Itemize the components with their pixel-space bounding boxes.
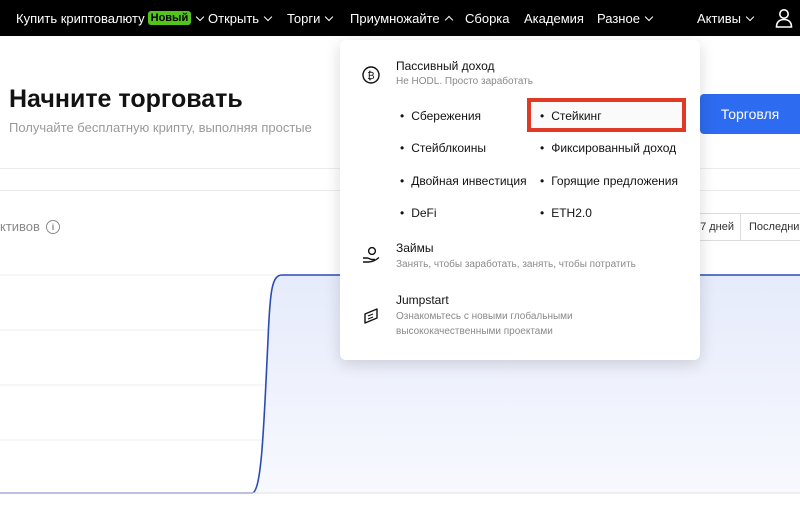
nav-buy-crypto-label: Купить криптовалюту	[16, 10, 145, 26]
nav-build[interactable]: Сборка	[465, 0, 510, 36]
link-hot-offers[interactable]: Горящие предложения	[540, 174, 678, 188]
nav-buy-crypto[interactable]: Купить криптовалюту Новый	[16, 0, 205, 36]
nav-academy[interactable]: Академия	[524, 0, 584, 36]
nav-build-label: Сборка	[465, 10, 510, 26]
trade-button[interactable]: Торговля	[700, 94, 800, 134]
period-last[interactable]: Последние	[740, 213, 800, 241]
link-dual-investment[interactable]: Двойная инвестиция	[400, 174, 526, 188]
nav-academy-label: Академия	[524, 10, 584, 26]
page-title: Начните торговать	[9, 85, 243, 113]
user-icon[interactable]	[775, 8, 793, 28]
top-nav: Купить криптовалюту Новый Открыть Торги …	[0, 0, 800, 36]
chevron-down-icon	[325, 12, 334, 21]
period-selector: 7 дней Последние	[690, 213, 800, 241]
info-icon[interactable]: i	[45, 219, 60, 234]
jumpstart-title[interactable]: Jumpstart	[396, 293, 449, 307]
passive-income-desc: Не HODL. Просто заработать	[396, 76, 533, 87]
nav-multiply-label: Приумножайте	[350, 10, 440, 26]
loan-hand-icon	[363, 246, 380, 263]
nav-open[interactable]: Открыть	[208, 0, 273, 36]
bitcoin-coin-icon: ₿	[362, 66, 380, 84]
jumpstart-icon	[364, 308, 378, 324]
loans-title[interactable]: Займы	[396, 241, 434, 255]
svg-text:₿: ₿	[367, 70, 374, 82]
page-subtitle: Получайте бесплатную крипту, выполняя пр…	[9, 120, 312, 135]
chevron-down-icon	[195, 12, 205, 21]
nav-trading-label: Торги	[287, 10, 321, 26]
link-fixed-income[interactable]: Фиксированный доход	[540, 141, 676, 155]
jumpstart-desc-line1: Ознакомьтесь с новыми глобальными	[396, 311, 573, 322]
link-eth20[interactable]: ETH2.0	[540, 206, 592, 220]
link-stablecoins[interactable]: Стейблкоины	[400, 141, 486, 155]
nav-assets-label: Активы	[697, 10, 741, 26]
link-staking[interactable]: Стейкинг	[540, 109, 601, 123]
nav-misc-label: Разное	[597, 10, 640, 26]
passive-income-title[interactable]: Пассивный доход	[396, 59, 494, 73]
nav-trading[interactable]: Торги	[287, 0, 334, 36]
link-defi[interactable]: DeFi	[400, 206, 436, 220]
loans-desc: Занять, чтобы заработать, занять, чтобы …	[396, 259, 636, 270]
chevron-down-icon	[263, 12, 273, 21]
assets-label-text: ктивов	[0, 219, 40, 234]
nav-assets[interactable]: Активы	[697, 0, 755, 36]
chevron-down-icon	[644, 12, 654, 21]
assets-overview-label: ктивов i	[0, 219, 60, 234]
nav-misc[interactable]: Разное	[597, 0, 654, 36]
nav-open-label: Открыть	[208, 10, 260, 26]
multiply-dropdown: ₿ Пассивный доход Не HODL. Просто зарабо…	[340, 40, 700, 360]
new-badge: Новый	[147, 11, 192, 25]
chevron-up-icon	[444, 15, 453, 24]
link-savings[interactable]: Сбережения	[400, 109, 481, 123]
nav-multiply[interactable]: Приумножайте	[350, 0, 453, 36]
chevron-down-icon	[745, 12, 755, 21]
jumpstart-desc-line2: высококачественными проектами	[396, 326, 553, 337]
